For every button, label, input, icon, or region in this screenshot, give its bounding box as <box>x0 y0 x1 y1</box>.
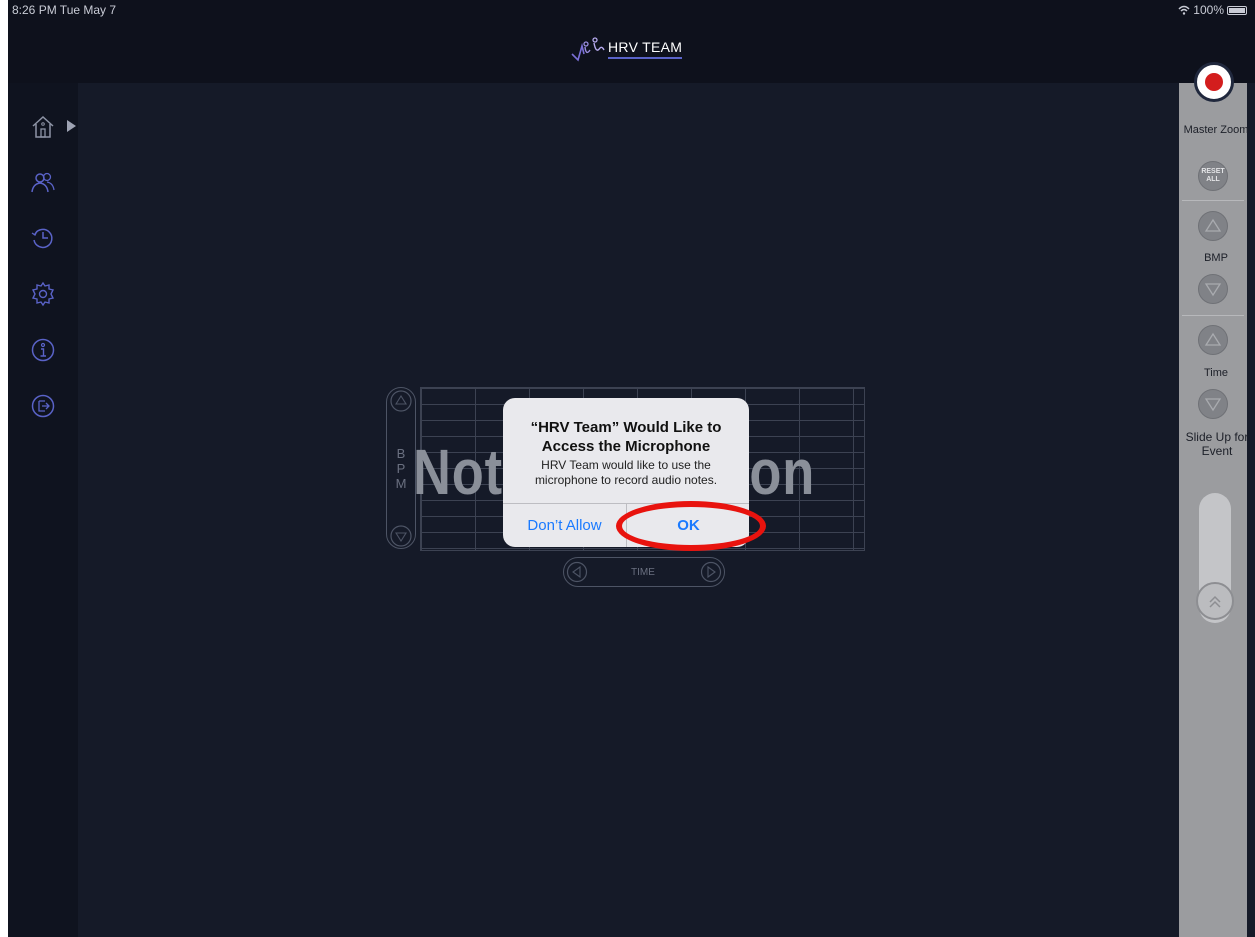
dialog-message: HRV Team would like to use the microphon… <box>534 458 718 487</box>
time-up-button[interactable] <box>1198 325 1228 355</box>
status-time: 8:26 PM Tue May 7 <box>12 3 117 17</box>
dont-allow-button[interactable]: Don’t Allow <box>503 504 626 547</box>
time-down-button[interactable] <box>1198 389 1228 419</box>
bpm-down-icon[interactable] <box>389 524 413 548</box>
status-bar: 8:26 PM Tue May 7 100% <box>8 0 1255 22</box>
home-icon[interactable] <box>30 114 56 140</box>
logout-icon[interactable] <box>30 393 56 419</box>
bmp-down-button[interactable] <box>1198 274 1228 304</box>
double-chevron-up-icon <box>1209 595 1221 608</box>
ok-button[interactable]: OK <box>627 504 749 547</box>
wifi-icon <box>1178 5 1190 15</box>
bmp-label: BMP <box>1204 252 1228 264</box>
app-header: HRV TEAM <box>8 22 1255 83</box>
history-icon[interactable] <box>30 225 56 251</box>
heartbeat-logo-icon <box>571 37 605 62</box>
time-axis-label: TIME <box>631 567 655 578</box>
sidebar <box>8 83 78 937</box>
triangle-down-icon <box>1204 283 1222 297</box>
time-right-icon[interactable] <box>700 561 722 583</box>
record-icon <box>1205 73 1223 91</box>
triangle-down-icon <box>1204 398 1222 412</box>
app-title: HRV TEAM <box>608 39 683 59</box>
users-icon[interactable] <box>30 170 56 196</box>
bpm-up-icon[interactable] <box>389 389 413 413</box>
battery-percent: 100% <box>1193 3 1224 17</box>
time-left-icon[interactable] <box>566 561 588 583</box>
record-button[interactable] <box>1194 62 1234 102</box>
app-logo: HRV TEAM <box>570 36 683 62</box>
status-battery: 100% <box>1178 3 1247 17</box>
bmp-up-button[interactable] <box>1198 211 1228 241</box>
panel-divider <box>1182 315 1244 316</box>
settings-icon[interactable] <box>30 281 56 307</box>
active-nav-arrow-icon <box>67 120 76 132</box>
info-icon[interactable] <box>30 337 56 363</box>
y-axis-letter: M <box>395 476 407 491</box>
dialog-title: “HRV Team” Would Like to Access the Micr… <box>530 419 722 455</box>
time-zoom-label: Time <box>1203 367 1229 379</box>
slide-up-label: Slide Up for Event <box>1185 430 1249 458</box>
battery-icon <box>1227 5 1247 15</box>
master-zoom-label: Master Zoom <box>1183 124 1249 136</box>
triangle-up-icon <box>1204 218 1222 232</box>
panel-divider <box>1182 200 1244 201</box>
reset-all-button[interactable]: RESET ALL <box>1198 161 1228 191</box>
y-axis-letter: P <box>396 461 406 476</box>
microphone-permission-dialog: “HRV Team” Would Like to Access the Micr… <box>503 398 749 547</box>
triangle-up-icon <box>1204 332 1222 346</box>
event-slider-handle[interactable] <box>1196 582 1234 620</box>
y-axis-letter: B <box>396 446 406 461</box>
reset-all-label: RESET ALL <box>1201 168 1225 183</box>
